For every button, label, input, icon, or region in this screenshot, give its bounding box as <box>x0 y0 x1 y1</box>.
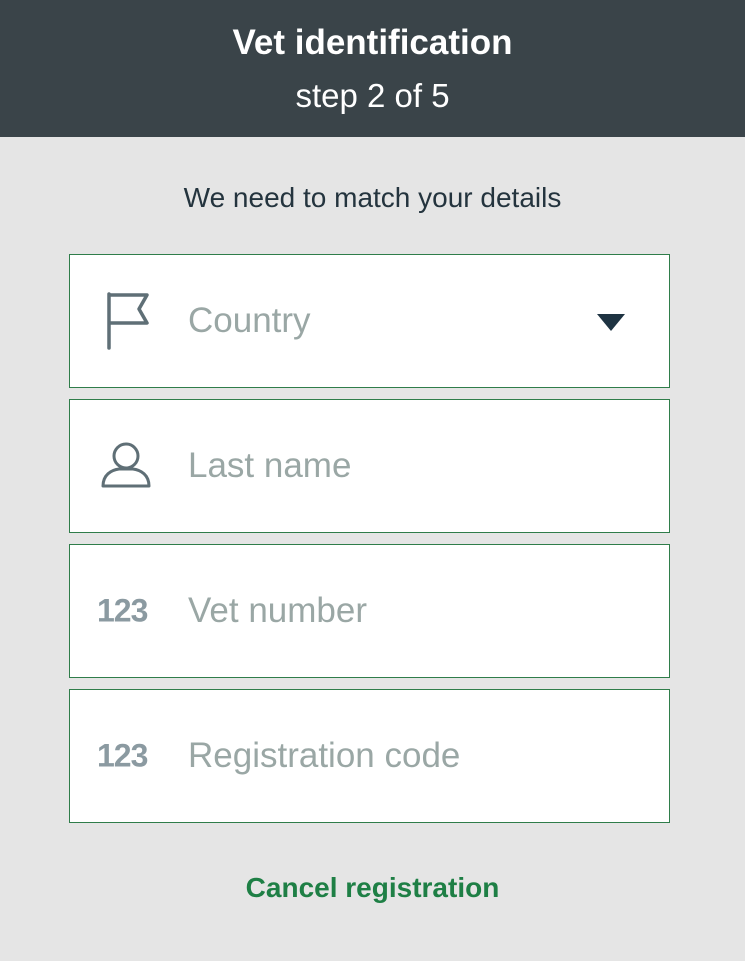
flag-icon <box>96 291 156 351</box>
vet-number-field-container: 123 <box>69 544 670 678</box>
number-icon: 123 <box>97 592 148 629</box>
number-icon: 123 <box>97 737 148 774</box>
instruction-text: We need to match your details <box>183 182 562 213</box>
person-icon <box>96 436 156 496</box>
chevron-down-icon[interactable] <box>597 314 625 331</box>
page-title: Vet identification <box>232 23 513 62</box>
last-name-field-container <box>69 399 670 533</box>
vet-number-input[interactable] <box>188 545 588 677</box>
step-indicator: step 2 of 5 <box>295 77 450 114</box>
header-bar: Vet identification step 2 of 5 <box>0 0 745 137</box>
country-select[interactable]: Country <box>69 254 670 388</box>
registration-code-input[interactable] <box>188 690 588 822</box>
cancel-registration-link[interactable]: Cancel registration <box>0 870 745 906</box>
registration-code-field-container: 123 <box>69 689 670 823</box>
country-select-value: Country <box>188 301 311 340</box>
last-name-input[interactable] <box>188 400 588 532</box>
